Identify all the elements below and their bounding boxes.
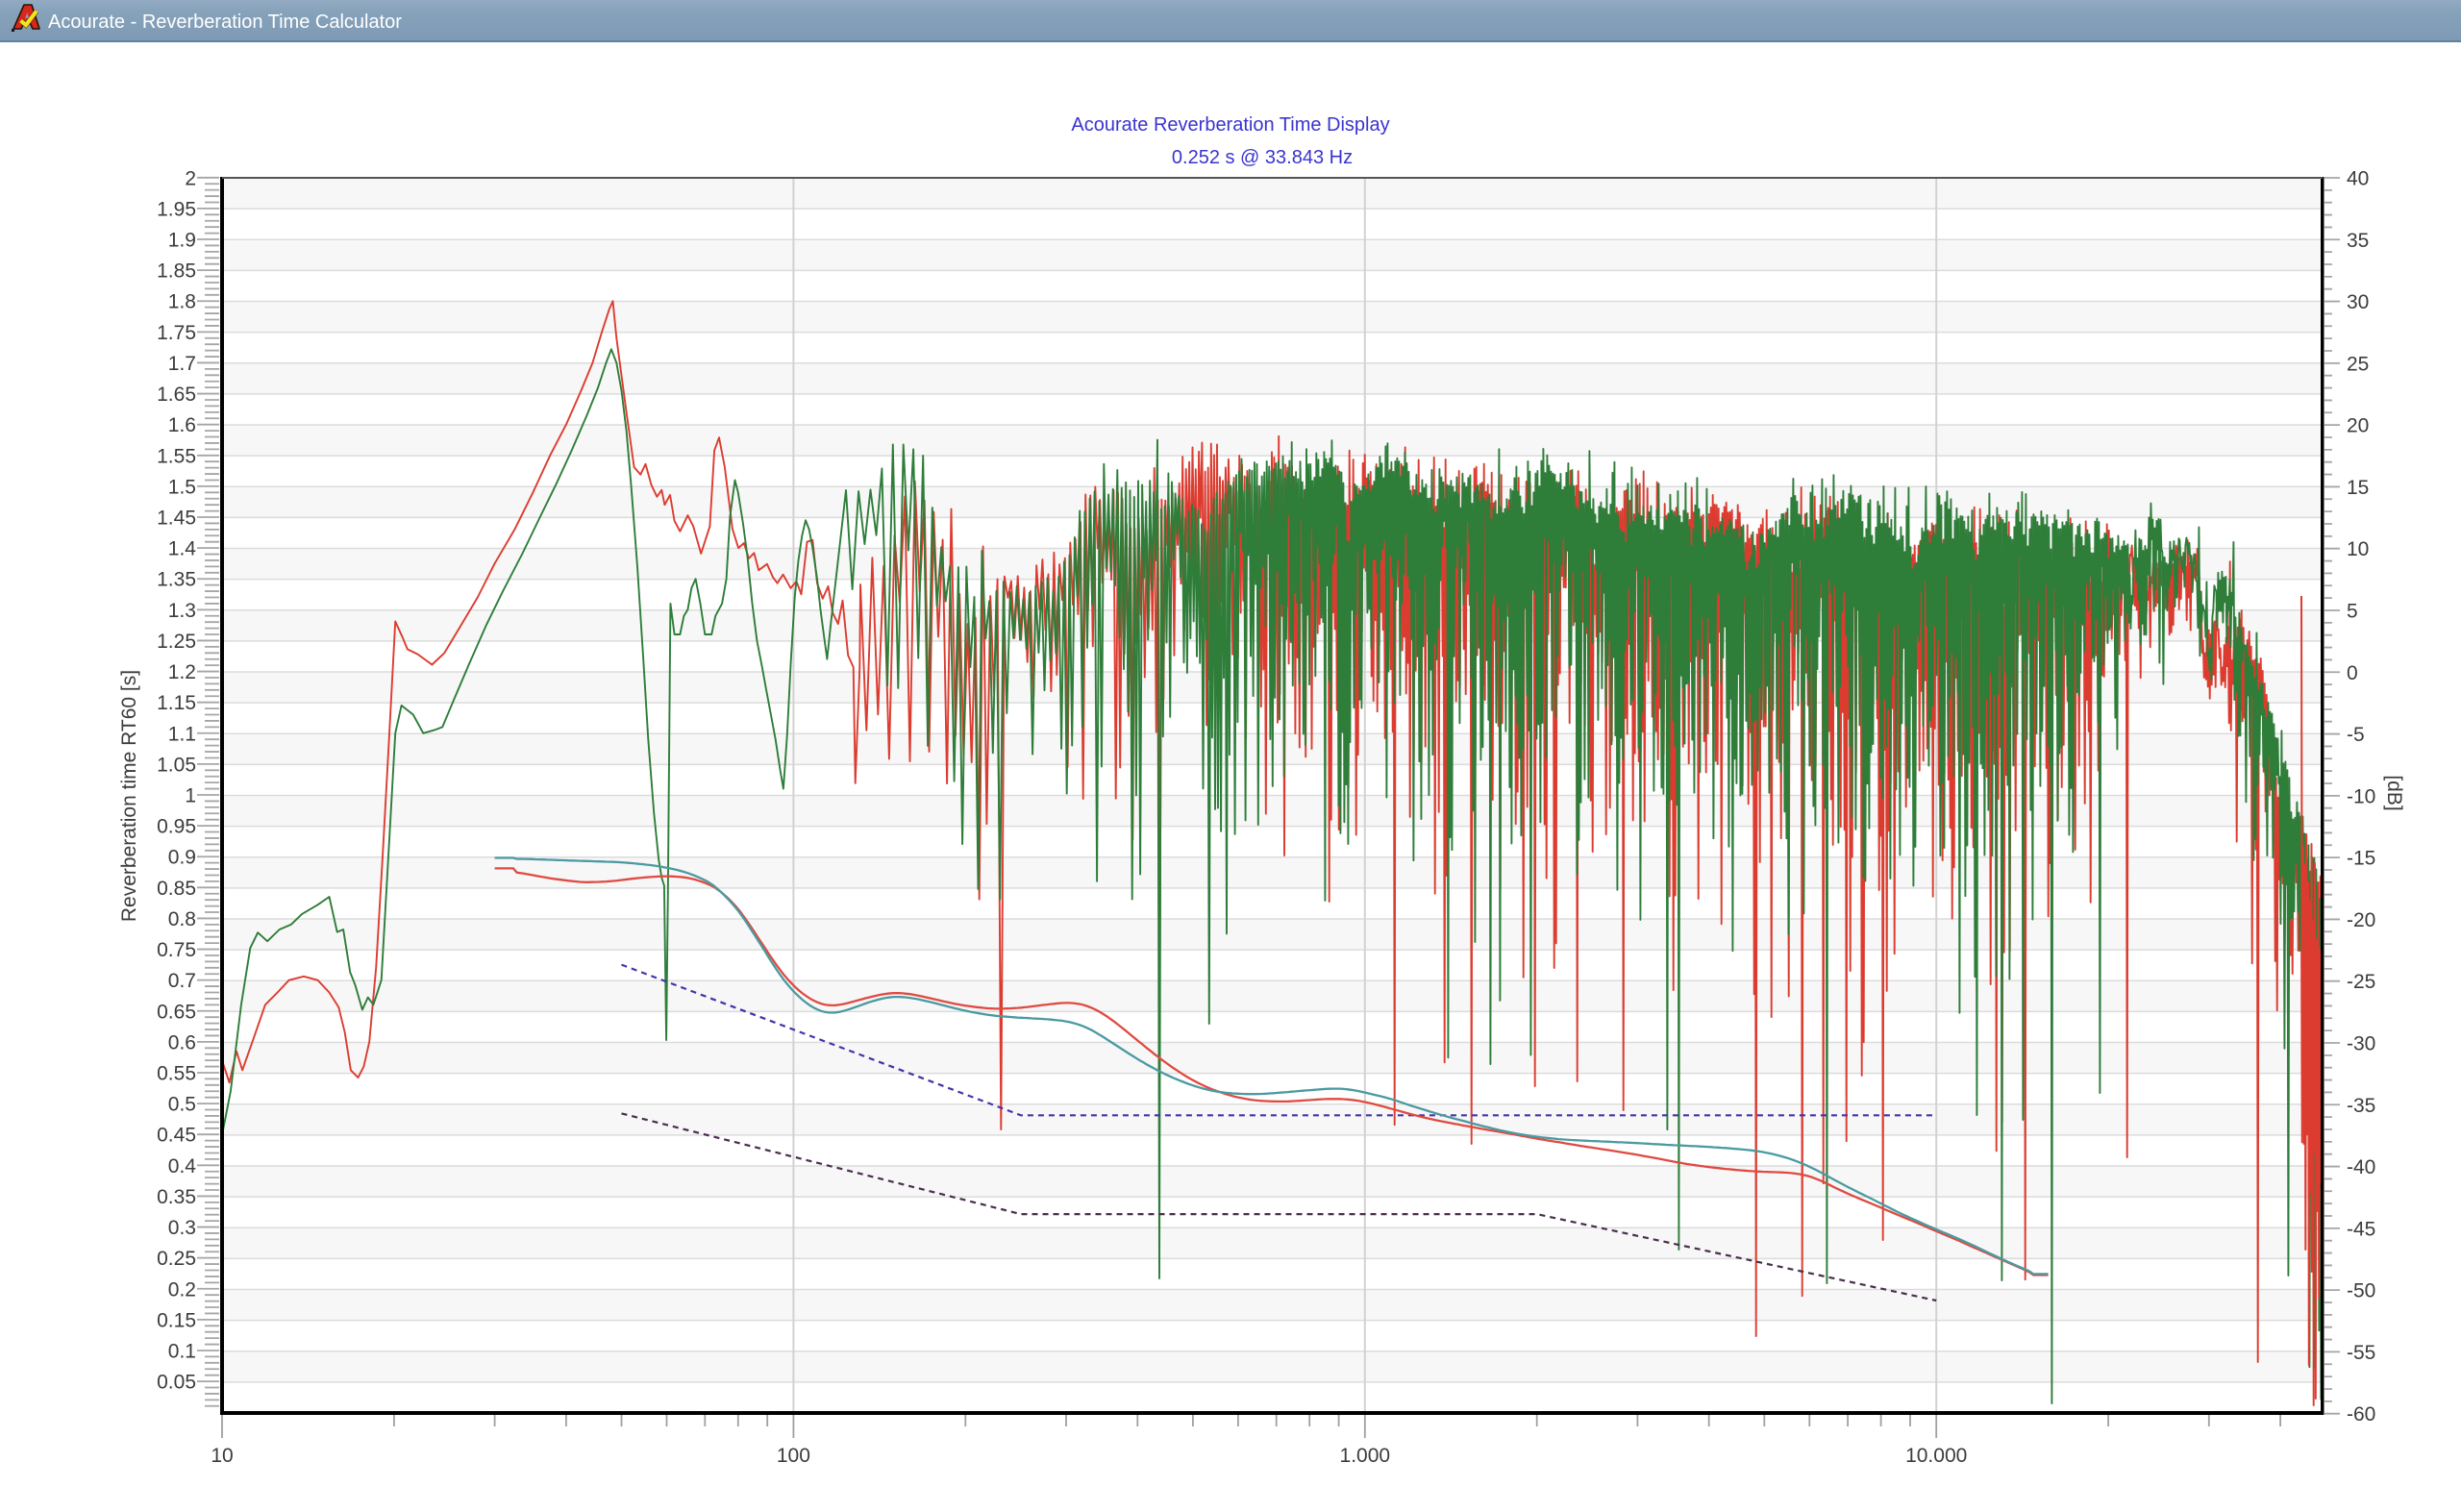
- svg-text:-10: -10: [2347, 785, 2375, 807]
- svg-text:20: 20: [2347, 415, 2369, 437]
- svg-text:0.15: 0.15: [157, 1309, 196, 1331]
- svg-text:-60: -60: [2347, 1403, 2375, 1425]
- svg-text:0.1: 0.1: [168, 1341, 196, 1363]
- svg-text:-5: -5: [2347, 724, 2365, 746]
- svg-text:0.2: 0.2: [168, 1278, 196, 1301]
- svg-text:1: 1: [185, 785, 196, 807]
- svg-text:15: 15: [2347, 477, 2369, 499]
- svg-text:1.25: 1.25: [157, 631, 196, 653]
- svg-text:0: 0: [2347, 662, 2358, 684]
- svg-text:1.1: 1.1: [168, 723, 196, 745]
- svg-text:10: 10: [211, 1445, 233, 1467]
- svg-text:-40: -40: [2347, 1156, 2375, 1178]
- svg-text:1.7: 1.7: [168, 353, 196, 375]
- svg-text:1.5: 1.5: [168, 476, 196, 498]
- svg-text:1.4: 1.4: [168, 538, 197, 560]
- svg-text:2: 2: [185, 167, 196, 189]
- svg-text:1.05: 1.05: [157, 754, 196, 776]
- svg-text:0.35: 0.35: [157, 1186, 196, 1208]
- svg-text:-20: -20: [2347, 909, 2375, 931]
- svg-text:0.5: 0.5: [168, 1094, 196, 1116]
- svg-text:1.95: 1.95: [157, 198, 196, 220]
- svg-text:1.85: 1.85: [157, 260, 196, 283]
- svg-text:0.95: 0.95: [157, 816, 196, 838]
- svg-text:1.35: 1.35: [157, 569, 196, 591]
- svg-text:1.15: 1.15: [157, 692, 196, 714]
- svg-text:0.55: 0.55: [157, 1063, 196, 1085]
- svg-text:25: 25: [2347, 353, 2369, 375]
- svg-text:0.85: 0.85: [157, 878, 196, 900]
- svg-text:10.000: 10.000: [1905, 1445, 1967, 1467]
- svg-text:5: 5: [2347, 601, 2358, 623]
- svg-text:[dB]: [dB]: [2383, 775, 2405, 810]
- svg-text:-30: -30: [2347, 1033, 2375, 1055]
- svg-text:1.8: 1.8: [168, 291, 196, 313]
- svg-text:0.8: 0.8: [168, 908, 196, 930]
- svg-text:35: 35: [2347, 230, 2369, 252]
- svg-text:0.25: 0.25: [157, 1248, 196, 1270]
- svg-text:1.6: 1.6: [168, 414, 196, 436]
- svg-text:0.3: 0.3: [168, 1217, 196, 1239]
- svg-text:0.9: 0.9: [168, 847, 196, 869]
- svg-text:1.3: 1.3: [168, 600, 196, 622]
- svg-text:Reverberation time RT60 [s]: Reverberation time RT60 [s]: [118, 670, 140, 922]
- svg-text:1.65: 1.65: [157, 384, 196, 406]
- svg-text:0.6: 0.6: [168, 1031, 196, 1053]
- svg-text:-45: -45: [2347, 1218, 2375, 1240]
- svg-text:-50: -50: [2347, 1280, 2375, 1302]
- svg-text:0.7: 0.7: [168, 970, 196, 992]
- svg-text:-55: -55: [2347, 1342, 2375, 1364]
- svg-text:0.65: 0.65: [157, 1001, 196, 1023]
- svg-text:40: 40: [2347, 168, 2369, 190]
- svg-text:0.75: 0.75: [157, 939, 196, 961]
- svg-text:0.05: 0.05: [157, 1372, 196, 1394]
- svg-text:1.55: 1.55: [157, 445, 196, 467]
- svg-text:-25: -25: [2347, 971, 2375, 993]
- svg-text:0.45: 0.45: [157, 1125, 196, 1147]
- svg-text:1.2: 1.2: [168, 661, 196, 683]
- svg-text:1.9: 1.9: [168, 230, 196, 252]
- svg-text:1.000: 1.000: [1340, 1445, 1391, 1467]
- svg-text:-15: -15: [2347, 848, 2375, 870]
- svg-text:-35: -35: [2347, 1095, 2375, 1117]
- svg-text:0.4: 0.4: [168, 1155, 197, 1177]
- svg-text:100: 100: [777, 1445, 810, 1467]
- svg-text:1.75: 1.75: [157, 322, 196, 344]
- svg-text:30: 30: [2347, 291, 2369, 313]
- svg-text:Acourate - Reverberation Time: Acourate - Reverberation Time Calculator: [48, 12, 402, 33]
- svg-text:1.45: 1.45: [157, 508, 196, 530]
- svg-text:10: 10: [2347, 538, 2369, 560]
- svg-text:0.252 s @ 33.843 Hz: 0.252 s @ 33.843 Hz: [1172, 147, 1353, 168]
- svg-text:Acourate Reverberation Time Di: Acourate Reverberation Time Display: [1071, 114, 1389, 136]
